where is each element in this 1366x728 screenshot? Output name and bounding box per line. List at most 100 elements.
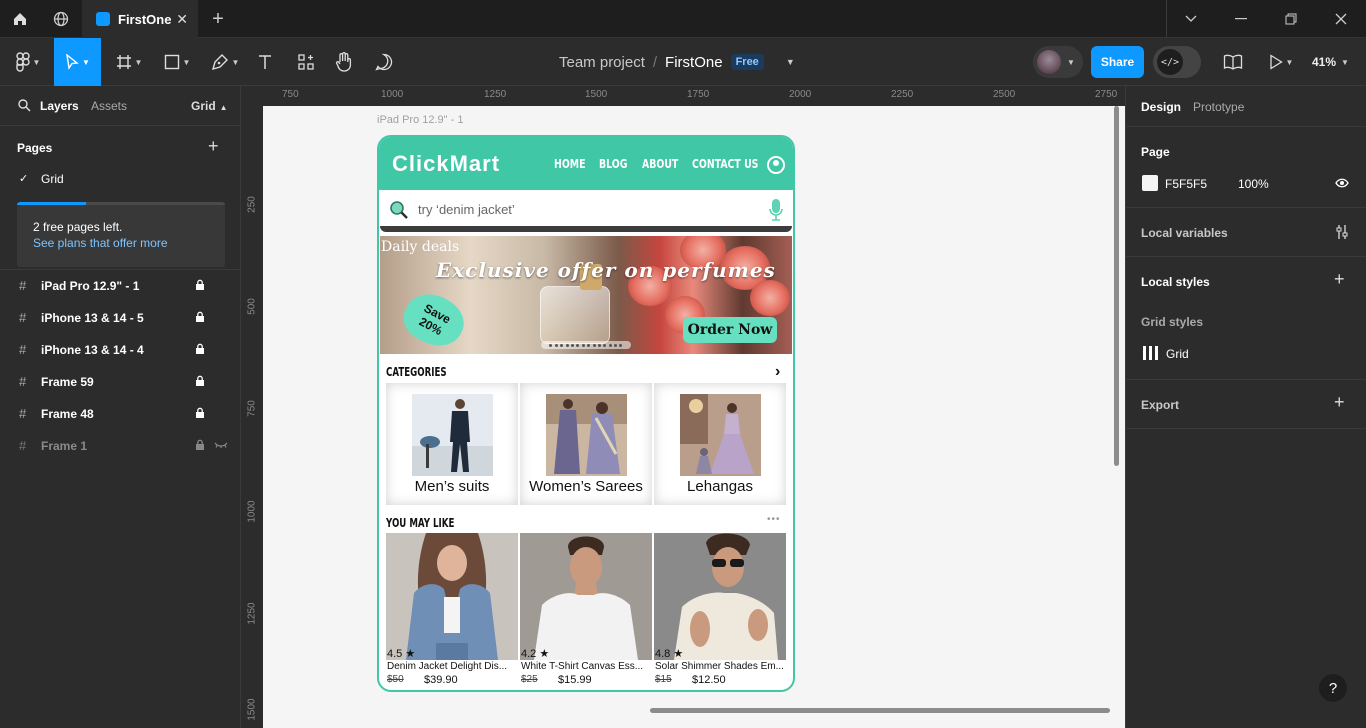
resources-tool-button[interactable] <box>295 38 317 86</box>
page-color-value[interactable]: F5F5F5 <box>1165 177 1207 191</box>
product-name: Solar Shimmer Shades Em... <box>655 661 784 672</box>
hand-tool-icon[interactable] <box>333 38 355 86</box>
multiplayer-avatar-button[interactable]: ▼ <box>1033 46 1083 78</box>
add-export-button[interactable]: + <box>1334 392 1345 413</box>
comment-tool-icon[interactable] <box>373 38 395 86</box>
share-button[interactable]: Share <box>1091 46 1144 78</box>
lock-icon[interactable] <box>195 407 205 419</box>
main-menu-button[interactable]: ▼ <box>8 38 48 86</box>
product-price: $39.90 <box>424 674 458 686</box>
nav-blog: BLOG <box>599 157 628 171</box>
close-tab-icon[interactable]: ✕ <box>176 11 188 28</box>
file-name[interactable]: FirstOne <box>665 54 723 71</box>
lock-icon[interactable] <box>195 343 205 355</box>
product-name: Denim Jacket Delight Dis... <box>387 661 508 672</box>
add-page-button[interactable]: + <box>208 136 219 157</box>
order-now-button: Order Now <box>683 317 777 343</box>
category-card: Men’s suits <box>386 383 518 505</box>
page-heading: Page <box>1141 145 1170 159</box>
grid-style-item[interactable]: Grid <box>1166 347 1189 361</box>
help-button[interactable]: ? <box>1319 674 1347 702</box>
layer-item[interactable]: # iPhone 13 & 14 - 5 <box>0 302 241 334</box>
carousel-dot <box>597 343 601 347</box>
search-icon[interactable] <box>18 99 31 115</box>
tab-prototype[interactable]: Prototype <box>1193 100 1244 114</box>
layer-item[interactable]: # iPhone 13 & 14 - 4 <box>0 334 241 366</box>
tab-design[interactable]: Design <box>1141 100 1181 114</box>
eye-icon[interactable] <box>1335 178 1349 188</box>
chevron-down-icon: ▼ <box>82 57 90 67</box>
pen-tool-button[interactable]: ▼ <box>205 38 245 86</box>
page-selector[interactable]: Grid ▲ <box>191 99 228 113</box>
present-play-button[interactable]: ▼ <box>1264 38 1298 86</box>
tab-assets[interactable]: Assets <box>91 99 127 113</box>
ipad-frame[interactable]: ClickMart HOME BLOG ABOUT CONTACT US try… <box>377 135 795 692</box>
carousel-dot <box>560 343 564 347</box>
text-tool-button[interactable] <box>254 38 276 86</box>
product-card: 4.2 ★ White T-Shirt Canvas Ess... $25 $1… <box>520 533 652 689</box>
carousel-dot <box>587 343 591 347</box>
canvas[interactable]: 750 1000 1250 1500 1750 2000 2250 2500 2… <box>241 86 1125 728</box>
lock-icon[interactable] <box>195 279 205 291</box>
page-selector-label: Grid <box>191 99 216 113</box>
chevron-right-icon: › <box>775 363 781 380</box>
frame-icon: # <box>19 342 27 357</box>
frame-tool-button[interactable]: ▼ <box>109 38 149 86</box>
page-color-swatch[interactable] <box>1142 175 1158 191</box>
avatar <box>1037 50 1061 74</box>
title-bar: FirstOne ✕ + <box>0 0 1366 38</box>
see-plans-link[interactable]: See plans that offer more <box>33 236 168 250</box>
horizontal-scrollbar[interactable] <box>650 708 1110 713</box>
product-rating: 4.5 ★ <box>387 648 416 660</box>
ruler-tick: 500 <box>246 298 258 315</box>
product-old-price: $50 <box>387 674 404 685</box>
close-window-icon[interactable] <box>1316 0 1366 38</box>
globe-icon[interactable] <box>41 0 81 38</box>
chevron-down-icon: ▼ <box>1341 57 1349 67</box>
tab-layers[interactable]: Layers <box>40 99 79 113</box>
free-pages-progress-fill <box>17 202 86 205</box>
site-search-placeholder: try ‘denim jacket’ <box>418 202 515 217</box>
home-icon[interactable] <box>0 0 40 38</box>
lock-icon[interactable] <box>195 375 205 387</box>
more-dots-icon: ••• <box>767 514 781 525</box>
layer-item[interactable]: # Frame 59 <box>0 366 241 398</box>
hidden-eye-icon[interactable] <box>214 442 228 448</box>
banner-daily-deals: Daily deals <box>381 239 460 255</box>
library-book-icon[interactable] <box>1221 38 1245 86</box>
page-item-grid[interactable]: ✓ Grid <box>0 166 240 192</box>
code-icon: </> <box>1157 49 1183 75</box>
discount-badge: Save 20% <box>396 284 472 354</box>
category-label: Women’s Sarees <box>529 478 643 495</box>
layer-item[interactable]: # Frame 48 <box>0 398 241 430</box>
layer-item[interactable]: # iPad Pro 12.9" - 1 <box>0 270 241 302</box>
lock-icon[interactable] <box>195 311 205 323</box>
layer-item[interactable]: # Frame 1 <box>0 430 241 462</box>
frame-label[interactable]: iPad Pro 12.9" - 1 <box>377 114 463 126</box>
vertical-scrollbar[interactable] <box>1114 106 1119 466</box>
chevron-down-icon[interactable]: ▼ <box>786 57 795 67</box>
chevron-up-icon: ▲ <box>219 103 228 112</box>
local-variables-label[interactable]: Local variables <box>1141 226 1228 240</box>
frame-icon: # <box>19 406 27 421</box>
site-header: ClickMart HOME BLOG ABOUT CONTACT US <box>379 137 793 190</box>
move-tool-button[interactable]: ▼ <box>54 38 101 86</box>
product-price: $15.99 <box>558 674 592 686</box>
sunglasses-photo <box>654 533 786 660</box>
page-opacity-value[interactable]: 100% <box>1238 177 1269 191</box>
lock-icon[interactable] <box>195 439 205 451</box>
chevron-down-icon[interactable] <box>1166 0 1216 38</box>
new-tab-button[interactable]: + <box>198 0 238 38</box>
tab-firstone[interactable]: FirstOne ✕ <box>82 0 198 38</box>
frame-icon: # <box>19 374 27 389</box>
carousel-dot <box>549 343 553 347</box>
export-label[interactable]: Export <box>1141 398 1179 412</box>
zoom-level-dropdown[interactable]: 41% ▼ <box>1312 38 1349 86</box>
breadcrumb-team[interactable]: Team project <box>559 54 645 71</box>
add-style-button[interactable]: + <box>1334 269 1345 290</box>
shape-tool-button[interactable]: ▼ <box>157 38 197 86</box>
dev-mode-toggle[interactable]: </> <box>1153 46 1201 78</box>
minimize-icon[interactable] <box>1216 0 1266 38</box>
restore-icon[interactable] <box>1266 0 1316 38</box>
variables-settings-icon[interactable] <box>1335 224 1349 240</box>
